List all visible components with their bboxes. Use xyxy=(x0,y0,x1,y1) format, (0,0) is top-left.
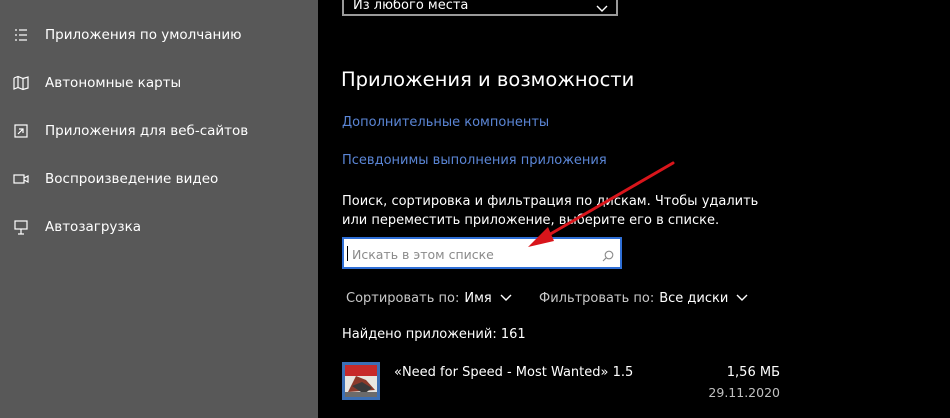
sidebar: Приложения по умолчанию Автономные карты… xyxy=(0,0,318,418)
chevron-down-icon xyxy=(596,0,608,17)
sidebar-item-apps-for-websites[interactable]: Приложения для веб-сайтов xyxy=(0,111,318,151)
sidebar-item-default-apps[interactable]: Приложения по умолчанию xyxy=(0,15,318,55)
sidebar-item-label: Приложения для веб-сайтов xyxy=(45,123,249,139)
sidebar-item-label: Автозагрузка xyxy=(45,219,142,235)
sort-dropdown[interactable]: Сортировать по: Имя xyxy=(346,291,512,306)
optional-features-link[interactable]: Дополнительные компоненты xyxy=(342,115,549,130)
text-caret xyxy=(347,246,348,261)
main-panel: Из любого места Приложения и возможности… xyxy=(318,0,950,418)
apps-for-websites-icon xyxy=(13,123,29,139)
install-source-value: Из любого места xyxy=(353,0,469,13)
app-install-date: 29.11.2020 xyxy=(708,385,780,400)
sidebar-item-startup[interactable]: Автозагрузка xyxy=(0,207,318,247)
filter-dropdown[interactable]: Фильтровать по: Все диски xyxy=(539,291,748,306)
search-icon[interactable] xyxy=(602,247,614,266)
video-playback-icon xyxy=(13,171,29,187)
sidebar-item-label: Приложения по умолчанию xyxy=(45,27,242,43)
app-icon xyxy=(342,362,380,400)
offline-maps-icon xyxy=(13,75,29,91)
search-description: Поиск, сортировка и фильтрация по дискам… xyxy=(342,194,759,228)
filter-value: Все диски xyxy=(659,291,729,306)
chevron-down-icon xyxy=(500,291,512,306)
sidebar-item-label: Автономные карты xyxy=(45,75,182,91)
search-box[interactable] xyxy=(342,237,622,269)
app-name: «Need for Speed - Most Wanted» 1.5 xyxy=(394,365,634,380)
app-list-item[interactable]: «Need for Speed - Most Wanted» 1.5 1,56 … xyxy=(342,360,782,404)
filter-label: Фильтровать по: xyxy=(539,291,655,306)
app-size: 1,56 МБ xyxy=(726,365,780,380)
search-input[interactable] xyxy=(350,242,594,266)
sidebar-item-video-playback[interactable]: Воспроизведение видео xyxy=(0,159,318,199)
startup-icon xyxy=(13,219,29,235)
default-apps-icon xyxy=(13,27,29,43)
section-title: Приложения и возможности xyxy=(341,68,635,91)
apps-found-count: Найдено приложений: 161 xyxy=(342,327,526,342)
sidebar-item-offline-maps[interactable]: Автономные карты xyxy=(0,63,318,103)
sort-value: Имя xyxy=(464,291,492,306)
install-source-dropdown[interactable]: Из любого места xyxy=(342,0,618,16)
sort-label: Сортировать по: xyxy=(346,291,460,306)
app-aliases-link[interactable]: Псевдонимы выполнения приложения xyxy=(342,153,607,168)
chevron-down-icon xyxy=(736,291,748,306)
sidebar-item-label: Воспроизведение видео xyxy=(45,171,219,187)
